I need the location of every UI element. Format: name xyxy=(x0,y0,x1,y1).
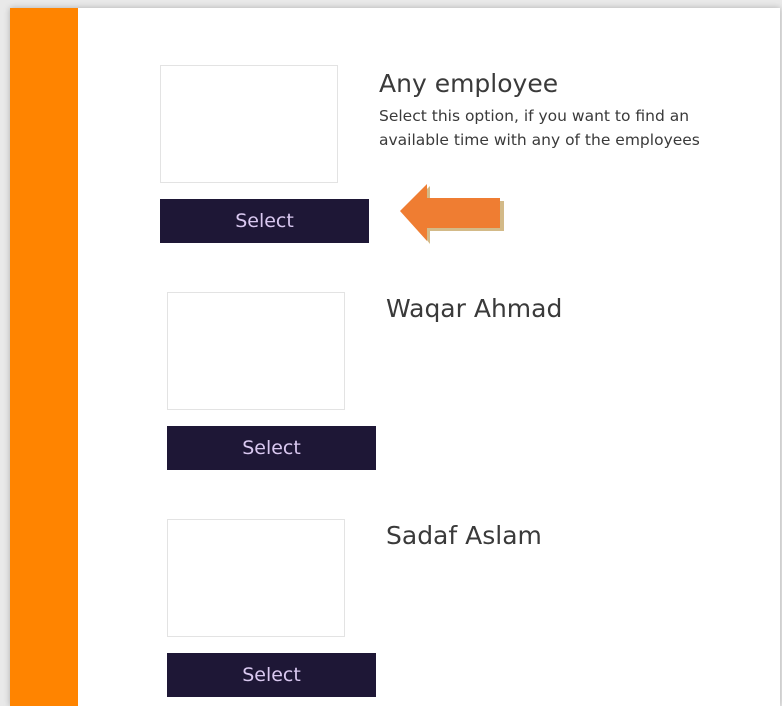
select-waqar-ahmad-button[interactable]: Select xyxy=(167,426,376,470)
employee-photo-placeholder xyxy=(160,65,338,183)
arrow-left-icon xyxy=(400,184,504,244)
employee-photo-placeholder xyxy=(167,292,345,410)
employee-photo-placeholder xyxy=(167,519,345,637)
accent-sidebar xyxy=(10,8,78,706)
employee-name: Waqar Ahmad xyxy=(386,294,563,323)
select-sadaf-aslam-button[interactable]: Select xyxy=(167,653,376,697)
employee-description: Select this option, if you want to find … xyxy=(379,107,700,149)
employee-selection-page: Any employee Select this option, if you … xyxy=(10,8,780,706)
employee-name: Any employee xyxy=(379,69,559,98)
employee-name: Sadaf Aslam xyxy=(386,521,542,550)
select-any-employee-button[interactable]: Select xyxy=(160,199,369,243)
